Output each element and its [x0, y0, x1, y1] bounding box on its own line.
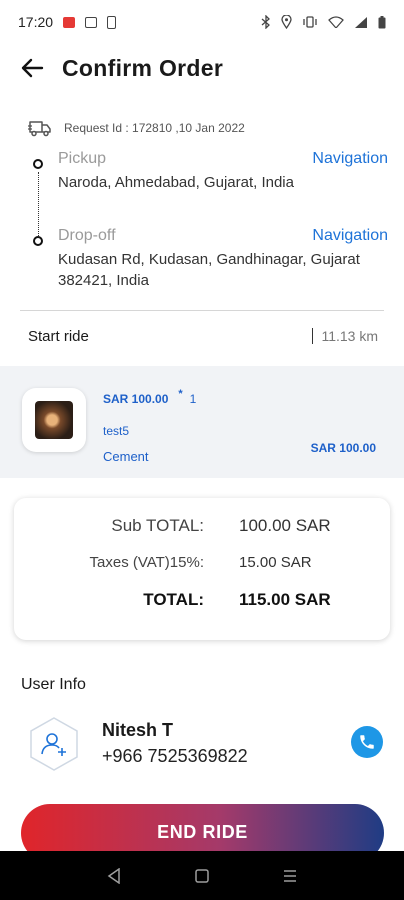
pickup-address: Naroda, Ahmedabad, Gujarat, India [58, 174, 294, 191]
wifi-icon [328, 16, 344, 28]
dropoff-dot-icon [33, 236, 43, 246]
total-value: 115.00 SAR [239, 590, 331, 609]
dropoff-address: Kudasan Rd, Kudasan, Gandhinagar, Gujara… [58, 251, 360, 289]
item-thumbnail [22, 388, 86, 452]
dropoff-stop: Drop-off Navigation Kudasan Rd, Kudasan,… [28, 227, 388, 291]
start-ride-row: Start ride 11.13 km [28, 322, 378, 350]
route-details: Pickup Navigation Naroda, Ahmedabad, Guj… [28, 150, 388, 291]
nav-home-button[interactable] [190, 864, 214, 888]
item-price: SAR 100.00 [103, 392, 169, 406]
request-id-text: Request Id : 172810 ,10 Jan 2022 [64, 121, 245, 135]
item-total: SAR 100.00 [310, 441, 376, 455]
vibrate-icon [303, 16, 317, 28]
item-name: test5 [103, 424, 130, 438]
user-phone: +966 7525369822 [102, 746, 248, 766]
total-label: TOTAL: [143, 590, 204, 609]
dropoff-label: Drop-off [58, 227, 116, 244]
nav-back-button[interactable] [102, 864, 126, 888]
truck-icon [28, 121, 51, 137]
signal-icon [355, 16, 367, 28]
user-avatar [28, 716, 80, 772]
subtotal-row: Sub TOTAL: 100.00 SAR [14, 516, 390, 536]
battery-icon [378, 15, 386, 28]
back-button[interactable] [18, 54, 46, 82]
status-time: 17:20 [18, 14, 54, 30]
square-home-icon [195, 868, 209, 883]
add-user-icon [30, 717, 78, 771]
user-info-title: User Info [21, 676, 86, 693]
arrow-left-icon [21, 58, 44, 78]
status-bar: 17:20 [0, 0, 404, 44]
pickup-label: Pickup [58, 150, 107, 167]
status-left: 17:20 [18, 14, 117, 30]
total-row: TOTAL: 115.00 SAR [14, 590, 390, 610]
menu-lines-icon [284, 869, 296, 882]
subtotal-label: Sub TOTAL: [111, 516, 204, 535]
page-title: Confirm Order [62, 54, 224, 81]
phone-icon [360, 735, 374, 749]
item-image [35, 401, 73, 439]
order-item: SAR 100.00 * 1 test5 Cement SAR 100.00 [0, 366, 404, 478]
request-info: Request Id : 172810 ,10 Jan 2022 [28, 118, 245, 138]
item-category: Cement [103, 449, 149, 464]
message-icon [85, 16, 98, 28]
pickup-stop: Pickup Navigation Naroda, Ahmedabad, Guj… [28, 150, 388, 193]
tax-value: 15.00 SAR [239, 554, 312, 571]
pickup-navigation-link[interactable]: Navigation [312, 150, 388, 168]
dropoff-header: Drop-off Navigation [58, 227, 388, 245]
divider [20, 310, 384, 311]
ride-distance: 11.13 km [312, 328, 378, 344]
notification-icon [63, 16, 76, 28]
triangle-back-icon [107, 867, 120, 884]
start-ride-label: Start ride [28, 327, 89, 345]
location-icon [281, 15, 292, 29]
item-quantity: 1 [189, 392, 197, 406]
phone-status-icon [107, 15, 117, 29]
tax-label: Taxes (VAT)15%: [89, 554, 204, 571]
status-right [261, 15, 386, 29]
item-qty-mark: * [178, 388, 183, 400]
user-name: Nitesh T [102, 720, 174, 740]
app-bar: Confirm Order [0, 44, 404, 92]
subtotal-value: 100.00 SAR [239, 516, 331, 535]
order-summary-card: Sub TOTAL: 100.00 SAR Taxes (VAT)15%: 15… [14, 498, 390, 640]
pickup-header: Pickup Navigation [58, 150, 388, 168]
nav-menu-button[interactable] [278, 864, 302, 888]
system-nav-bar [0, 851, 404, 900]
tax-row: Taxes (VAT)15%: 15.00 SAR [14, 554, 390, 571]
bluetooth-icon [261, 15, 270, 29]
call-button[interactable] [351, 726, 383, 758]
pickup-dot-icon [33, 159, 43, 169]
dropoff-navigation-link[interactable]: Navigation [312, 227, 388, 245]
item-price-line: SAR 100.00 * 1 [103, 388, 197, 406]
